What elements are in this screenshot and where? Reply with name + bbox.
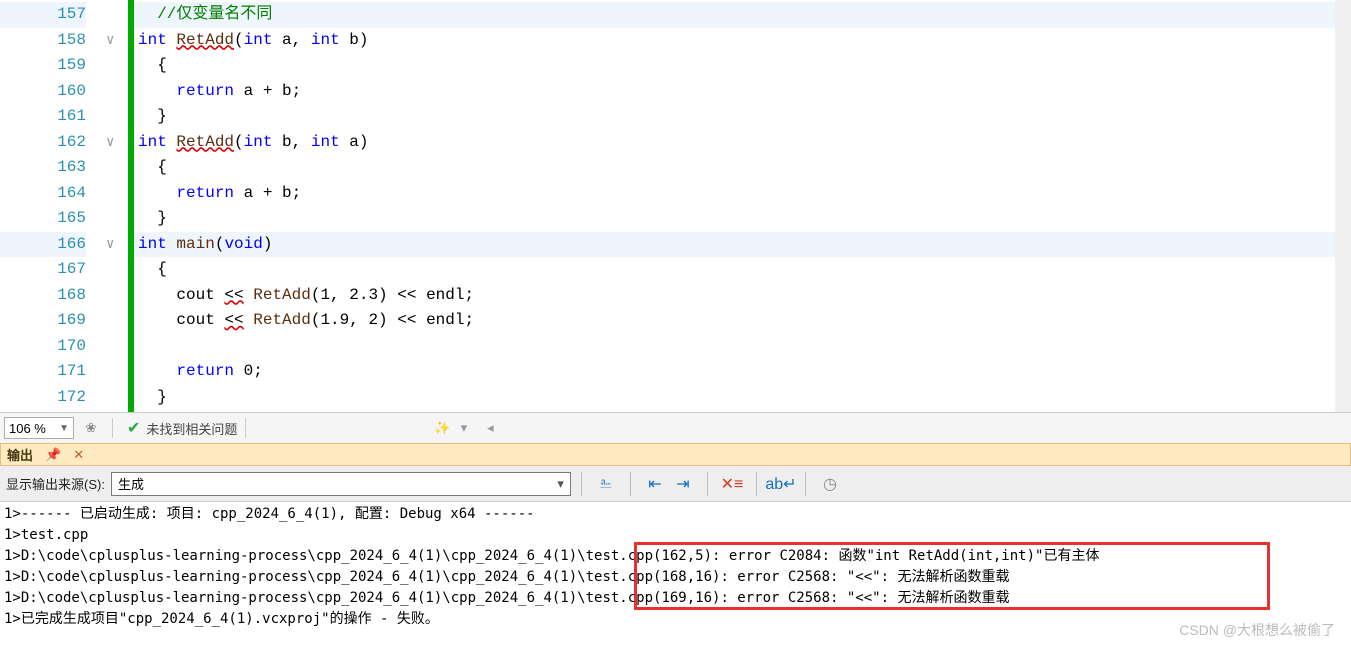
- fold-toggle-icon[interactable]: ∨: [106, 32, 114, 49]
- output-line[interactable]: 1>D:\code\cplusplus-learning-process\cpp…: [4, 546, 1347, 567]
- output-line[interactable]: 1>------ 已启动生成: 项目: cpp_2024_6_4(1), 配置:…: [4, 504, 1347, 525]
- vertical-scrollbar[interactable]: [1335, 0, 1351, 412]
- code-line[interactable]: {: [134, 155, 1335, 181]
- line-number: 157: [0, 2, 86, 28]
- line-number-gutter: 1571581591601611621631641651661671681691…: [0, 0, 104, 412]
- code-line[interactable]: int RetAdd(int b, int a): [134, 130, 1335, 156]
- separator: [756, 472, 757, 496]
- code-line[interactable]: //仅变量名不同: [134, 2, 1335, 28]
- output-source-dropdown[interactable]: 生成 ▾: [111, 472, 571, 496]
- line-number: 165: [0, 206, 86, 232]
- line-number: 163: [0, 155, 86, 181]
- code-line[interactable]: int main(void): [134, 232, 1335, 258]
- output-panel-title: 输出: [1, 445, 39, 464]
- prev-icon[interactable]: ▾: [461, 420, 468, 436]
- health-icon[interactable]: ❀: [78, 415, 104, 441]
- separator: [112, 418, 113, 438]
- zoom-dropdown[interactable]: 106 % ▼: [4, 417, 74, 439]
- output-panel-header[interactable]: 输出 📌 ✕: [0, 443, 1351, 466]
- code-content[interactable]: //仅变量名不同int RetAdd(int a, int b) { retur…: [134, 0, 1335, 412]
- next-message-icon[interactable]: ⇥: [669, 472, 697, 496]
- output-text[interactable]: 1>------ 已启动生成: 项目: cpp_2024_6_4(1), 配置:…: [0, 502, 1351, 647]
- prev-message-icon[interactable]: ⇤: [641, 472, 669, 496]
- pin-icon[interactable]: 📌: [39, 447, 67, 463]
- output-line[interactable]: 1>D:\code\cplusplus-learning-process\cpp…: [4, 588, 1347, 609]
- line-number: 162: [0, 130, 86, 156]
- code-line[interactable]: cout << RetAdd(1.9, 2) << endl;: [134, 308, 1335, 334]
- clock-icon[interactable]: ◷: [816, 472, 844, 496]
- code-line[interactable]: return 0;: [134, 359, 1335, 385]
- line-number: 164: [0, 181, 86, 207]
- code-line[interactable]: }: [134, 104, 1335, 130]
- output-source-label: 显示输出来源(S):: [6, 474, 105, 493]
- wand-icon[interactable]: ✨: [434, 420, 450, 436]
- code-editor[interactable]: 1571581591601611621631641651661671681691…: [0, 0, 1351, 412]
- separator: [245, 418, 246, 438]
- line-number: 167: [0, 257, 86, 283]
- zoom-value: 106 %: [9, 421, 46, 436]
- line-number: 172: [0, 385, 86, 411]
- line-number: 166: [0, 232, 86, 258]
- clear-icon[interactable]: ✕≡: [718, 472, 746, 496]
- output-source-value: 生成: [118, 474, 144, 493]
- chevron-down-icon: ▾: [557, 476, 564, 492]
- separator: [805, 472, 806, 496]
- editor-status-bar: 106 % ▼ ❀ ✔ 未找到相关问题 ✨ ▾ ◂: [0, 412, 1351, 443]
- code-line[interactable]: return a + b;: [134, 181, 1335, 207]
- line-number: 161: [0, 104, 86, 130]
- wrap-icon[interactable]: ab↵: [767, 472, 795, 496]
- output-line[interactable]: 1>已完成生成项目"cpp_2024_6_4(1).vcxproj"的操作 - …: [4, 609, 1347, 630]
- close-icon[interactable]: ✕: [67, 447, 90, 463]
- code-line[interactable]: {: [134, 53, 1335, 79]
- fold-column: ∨ ∨ ∨: [104, 0, 128, 412]
- line-number: 171: [0, 359, 86, 385]
- find-icon[interactable]: ⎁: [592, 472, 620, 496]
- line-number: 159: [0, 53, 86, 79]
- separator: [707, 472, 708, 496]
- line-number: 170: [0, 334, 86, 360]
- line-number: 158: [0, 28, 86, 54]
- check-icon: ✔: [127, 418, 140, 438]
- line-number: 160: [0, 79, 86, 105]
- separator: [630, 472, 631, 496]
- code-line[interactable]: }: [134, 385, 1335, 411]
- output-line[interactable]: 1>test.cpp: [4, 525, 1347, 546]
- chevron-down-icon: ▼: [59, 423, 69, 434]
- next-icon[interactable]: ◂: [487, 420, 494, 436]
- output-line[interactable]: 1>D:\code\cplusplus-learning-process\cpp…: [4, 567, 1347, 588]
- code-line[interactable]: cout << RetAdd(1, 2.3) << endl;: [134, 283, 1335, 309]
- code-line[interactable]: {: [134, 257, 1335, 283]
- code-line[interactable]: [134, 334, 1335, 360]
- separator: [581, 472, 582, 496]
- code-line[interactable]: return a + b;: [134, 79, 1335, 105]
- fold-toggle-icon[interactable]: ∨: [106, 134, 114, 151]
- no-issues-label: 未找到相关问题: [146, 419, 237, 438]
- code-line[interactable]: int RetAdd(int a, int b): [134, 28, 1335, 54]
- line-number: 169: [0, 308, 86, 334]
- line-number: 168: [0, 283, 86, 309]
- fold-toggle-icon[interactable]: ∨: [106, 236, 114, 253]
- code-line[interactable]: }: [134, 206, 1335, 232]
- output-toolbar: 显示输出来源(S): 生成 ▾ ⎁ ⇤ ⇥ ✕≡ ab↵ ◷: [0, 466, 1351, 502]
